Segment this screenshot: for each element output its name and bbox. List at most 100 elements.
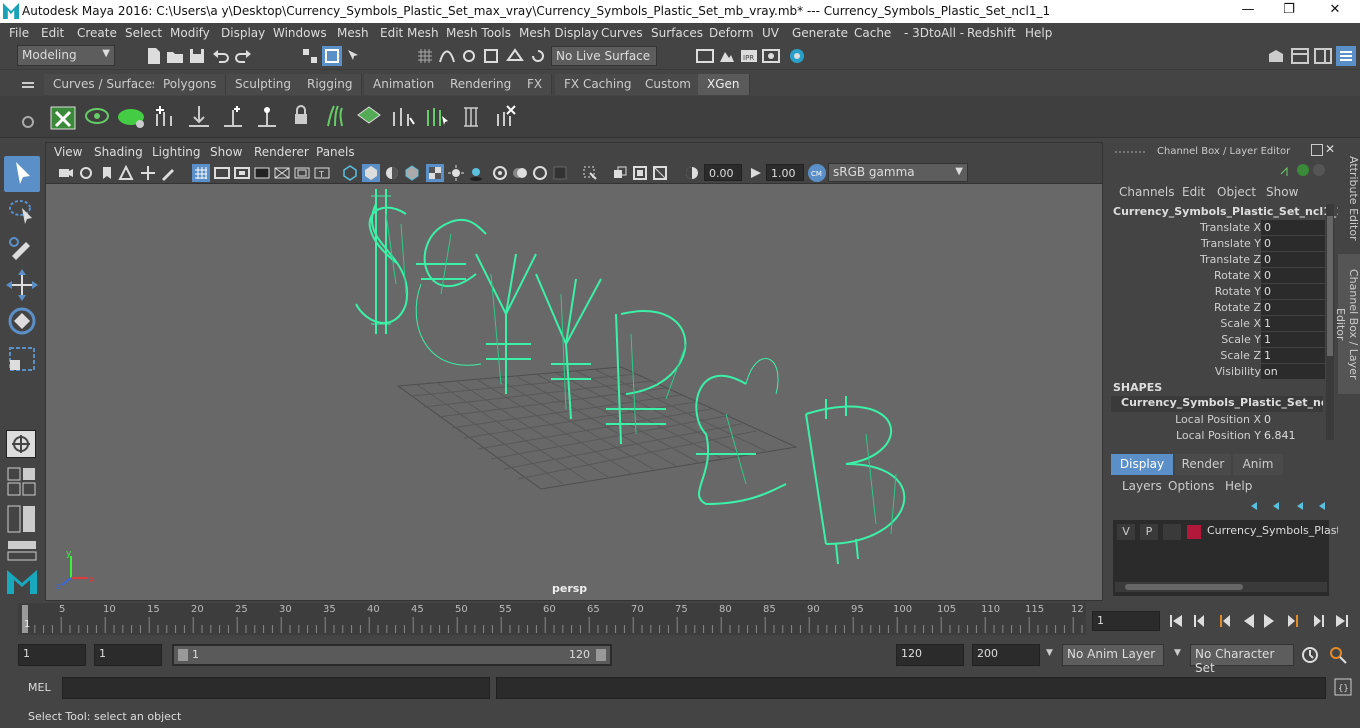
live-surface-icon[interactable] [528, 46, 548, 66]
attr-row[interactable]: Scale Y1 [1105, 332, 1325, 348]
layer-hscrollbar[interactable] [1115, 582, 1327, 592]
shelf-tab-sculpting[interactable]: Sculpting [226, 74, 302, 95]
redo-icon[interactable] [233, 46, 253, 66]
layer-menu-help[interactable]: Help [1225, 479, 1252, 493]
range-slider[interactable]: 1 120 [172, 644, 612, 666]
select-object-icon[interactable] [322, 46, 342, 66]
ipr-render-icon[interactable]: IPR [739, 46, 759, 66]
close-panel-icon[interactable]: ✕ [1325, 142, 1337, 156]
colorspace-dropdown[interactable]: sRGB gamma ▼ [828, 163, 968, 182]
rotate-tool-icon[interactable] [4, 304, 40, 338]
menu-mesh-display[interactable]: Mesh Display [519, 26, 599, 40]
range-handle-left[interactable] [178, 649, 188, 661]
snap-view-icon[interactable] [481, 46, 501, 66]
shelf-tab-rendering[interactable]: Rendering [441, 74, 522, 95]
select-tool-icon[interactable] [4, 156, 40, 192]
layer-tab-display[interactable]: Display [1111, 454, 1173, 475]
layer-menu-layers[interactable]: Layers [1122, 479, 1162, 493]
viewport-panel[interactable]: View Shading Lighting Show Renderer Pane… [45, 142, 1103, 601]
layer-name[interactable]: Currency_Symbols_Plasti [1207, 524, 1344, 537]
workspace-icon[interactable] [1266, 46, 1286, 66]
snap-curve-icon[interactable] [437, 46, 457, 66]
xray-active-icon[interactable] [632, 165, 648, 181]
smooth-shade-icon[interactable] [362, 164, 380, 182]
safe-title-icon[interactable]: T [314, 165, 330, 181]
image-plane-icon[interactable] [118, 164, 134, 181]
gamma-icon[interactable] [748, 165, 764, 181]
menu-help[interactable]: Help [1025, 26, 1052, 40]
menu-surfaces[interactable]: Surfaces [651, 26, 703, 40]
anim-prefs-icon[interactable] [1328, 645, 1348, 665]
layer-visibility-toggle[interactable]: V [1117, 524, 1135, 540]
cb-menu-edit[interactable]: Edit [1182, 185, 1205, 199]
resolution-gate-icon[interactable] [234, 165, 250, 181]
xgen-move-guide-icon[interactable] [186, 104, 212, 130]
viewport-menu-panels[interactable]: Panels [316, 145, 355, 159]
menu-curves[interactable]: Curves [601, 26, 643, 40]
menu-modify[interactable]: Modify [170, 26, 210, 40]
menu-redshift[interactable]: Redshift [967, 26, 1016, 40]
xgen-editor-icon[interactable] [50, 104, 76, 130]
shelf-tab-rigging[interactable]: Rigging [298, 74, 363, 95]
shape-name[interactable]: Currency_Symbols_Plastic_Set_ncl1... [1111, 396, 1323, 412]
layout-attr-icon[interactable] [1313, 46, 1333, 66]
live-surface-field[interactable]: No Live Surface [551, 46, 657, 66]
anti-aliasing-icon[interactable] [552, 165, 568, 181]
menu-deform[interactable]: Deform [709, 26, 754, 40]
restore-button[interactable]: ❐ [1274, 2, 1304, 20]
layer-type-toggle[interactable] [1163, 524, 1181, 540]
channel-box-tab[interactable]: Channel Box / Layer Editor [1334, 254, 1360, 394]
xgen-export-icon[interactable] [458, 104, 484, 130]
xgen-groom-icon[interactable] [116, 104, 146, 130]
script-editor-icon[interactable]: {} [1334, 678, 1352, 696]
shelf-tab-animation[interactable]: Animation [364, 74, 445, 95]
menu-create[interactable]: Create [77, 26, 117, 40]
xgen-guide-sculpt-icon[interactable] [254, 104, 280, 130]
menu-select[interactable]: Select [125, 26, 162, 40]
shadows-icon[interactable] [468, 165, 484, 181]
wireframe-icon[interactable] [342, 165, 358, 181]
move-tool-icon[interactable] [4, 268, 40, 302]
attr-row[interactable]: Scale Z1 [1105, 348, 1325, 364]
2d-pan-icon[interactable] [140, 165, 156, 181]
undo-icon[interactable] [211, 46, 231, 66]
playback-start-field[interactable]: 1 [94, 644, 162, 666]
range-slider-fill[interactable] [174, 646, 610, 664]
select-component-icon[interactable] [344, 46, 364, 66]
range-handle-right[interactable] [596, 649, 606, 661]
attr-row[interactable]: Translate Y0 [1105, 236, 1325, 252]
minimize-button[interactable]: — [1233, 2, 1263, 20]
grid-toggle-icon[interactable] [192, 164, 210, 182]
hypershade-icon[interactable] [787, 46, 807, 66]
viewport-menu-show[interactable]: Show [210, 145, 242, 159]
shape-attr-row[interactable]: Local Position X0 [1105, 412, 1325, 428]
current-frame-field[interactable]: 1 [1092, 611, 1160, 631]
attr-row[interactable]: Rotate Y0 [1105, 284, 1325, 300]
menu-edit[interactable]: Edit [41, 26, 64, 40]
grease-pencil-icon[interactable] [160, 165, 176, 181]
outliner-layout-icon[interactable] [7, 540, 37, 562]
auto-key-icon[interactable] [1300, 645, 1320, 665]
gate-mask-icon[interactable] [254, 165, 270, 181]
viewport-menu-renderer[interactable]: Renderer [254, 145, 309, 159]
layout-icon[interactable] [1290, 46, 1310, 66]
single-view-layout-icon[interactable] [6, 430, 36, 458]
isolate-select-icon[interactable] [582, 165, 598, 181]
menu-file[interactable]: File [9, 26, 29, 40]
viewport-menu-view[interactable]: View [54, 145, 82, 159]
viewport-menu-shading[interactable]: Shading [94, 145, 143, 159]
film-gate-icon[interactable] [214, 165, 230, 181]
menu-mesh[interactable]: Mesh [337, 26, 369, 40]
layer-color-swatch[interactable] [1187, 525, 1201, 539]
xgen-select-guides-icon[interactable] [424, 104, 450, 130]
ambient-occlusion-icon[interactable] [512, 165, 528, 181]
end-time-field[interactable]: 200 [972, 644, 1040, 666]
scene-canvas[interactable]: y x z [46, 184, 1102, 600]
snap-point-icon[interactable] [459, 46, 479, 66]
render-view-icon[interactable] [695, 46, 715, 66]
shelf-tab-curves-surfaces[interactable]: Curves / Surfaces [44, 74, 169, 95]
shelf-tab-custom[interactable]: Custom [636, 74, 701, 95]
safe-action-icon[interactable] [294, 165, 310, 181]
layer-tab-render[interactable]: Render [1175, 454, 1231, 475]
menu-windows[interactable]: Windows [273, 26, 327, 40]
